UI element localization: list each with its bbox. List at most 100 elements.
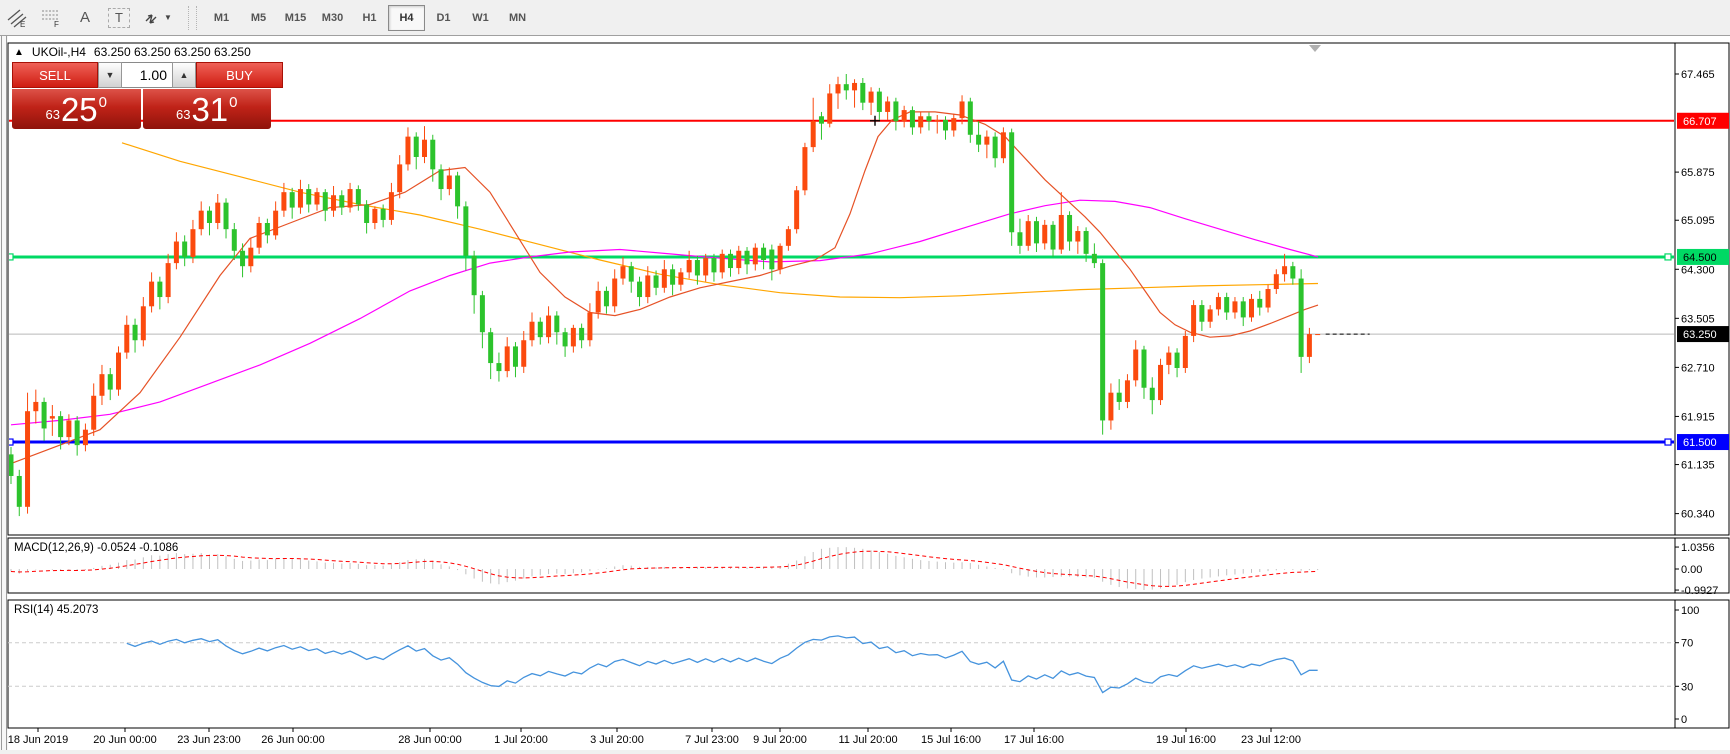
line-handle[interactable] [1665, 439, 1671, 445]
candle-body [736, 251, 741, 268]
candle-body [58, 416, 63, 437]
candle-body [554, 316, 559, 333]
candle-body [1199, 305, 1204, 322]
buy-price-display[interactable]: 63 31 0 [143, 89, 272, 129]
candle-body [984, 137, 989, 145]
candle-body [1158, 365, 1163, 400]
bid-price-label: 63.250 [1683, 329, 1717, 341]
candle-body [1001, 132, 1006, 158]
candle-body [430, 140, 435, 170]
candle-body [290, 192, 295, 207]
candle-body [149, 282, 154, 307]
candle-body [166, 263, 171, 297]
date-label: 26 Jun 00:00 [261, 734, 325, 746]
candle-body [1307, 334, 1312, 357]
candle-body [215, 203, 220, 223]
price-tick-label: 61.135 [1681, 460, 1715, 472]
candle-body [563, 332, 568, 346]
candle-body [910, 110, 915, 127]
candle-body [951, 118, 956, 130]
sell-price-main: 25 [61, 93, 98, 126]
candle-body [1150, 388, 1155, 400]
candle-body [1067, 215, 1072, 242]
candle-body [157, 282, 162, 297]
price-tick-label: 60.340 [1681, 509, 1715, 521]
rsi-axis-label: 70 [1681, 638, 1693, 650]
candle-body [1117, 393, 1122, 402]
candle-body [141, 306, 146, 340]
macd-axis-label: 0.00 [1681, 564, 1702, 576]
ohlc-readout: 63.250 63.250 63.250 63.250 [94, 45, 251, 59]
price-tick-label: 65.875 [1681, 167, 1715, 179]
mt4-window: E F A T ▼ M1M5M15M30H1H4D1W1MN 67.46565.… [0, 0, 1730, 754]
buy-price-main: 31 [191, 93, 228, 126]
candle-body [414, 137, 419, 157]
candle-body [422, 140, 427, 157]
candle-body [811, 121, 816, 147]
candle-body [50, 416, 55, 418]
candle-body [298, 189, 303, 208]
candle-body [323, 192, 328, 211]
date-label: 18 Jun 2019 [8, 734, 69, 746]
volume-input[interactable] [122, 62, 172, 88]
candle-body [976, 135, 981, 145]
candle-body [637, 282, 642, 297]
symbol-collapse-icon[interactable]: ▲ [14, 47, 24, 58]
line-handle[interactable] [1665, 254, 1671, 260]
candle-body [306, 189, 311, 204]
candle-body [1208, 309, 1213, 321]
volume-decrease-button[interactable]: ▼ [98, 62, 122, 88]
candle-body [447, 175, 452, 189]
candle-body [174, 242, 179, 264]
candle-body [678, 272, 683, 284]
candle-body [1224, 297, 1229, 312]
candle-body [1282, 266, 1287, 274]
volume-increase-button[interactable]: ▲ [172, 62, 196, 88]
date-label: 7 Jul 23:00 [685, 734, 739, 746]
candle-body [25, 411, 30, 507]
candle-body [1183, 336, 1188, 368]
candle-body [1232, 301, 1237, 312]
candle-body [463, 206, 468, 255]
macd-axis-label: 1.0356 [1681, 542, 1715, 554]
candle-body [596, 291, 601, 313]
candle-body [877, 92, 882, 112]
candle-body [860, 83, 865, 103]
candle-body [314, 192, 319, 204]
sell-price-display[interactable]: 63 25 0 [12, 89, 141, 129]
candle-body [1141, 349, 1146, 387]
date-label: 20 Jun 00:00 [93, 734, 157, 746]
candle-body [372, 209, 377, 223]
candle-body [587, 312, 592, 340]
price-tick-label: 67.465 [1681, 69, 1715, 81]
rsi-panel[interactable] [8, 600, 1729, 728]
buy-button[interactable]: BUY [196, 62, 283, 88]
sell-button[interactable]: SELL [12, 62, 98, 88]
date-label: 9 Jul 20:00 [753, 734, 807, 746]
candle-body [1266, 289, 1271, 308]
candle-body [133, 325, 138, 340]
rsi-axis-label: 30 [1681, 681, 1693, 693]
candle-body [711, 258, 716, 272]
candle-body [1191, 305, 1196, 336]
candle-body [670, 269, 675, 284]
candle-body [348, 189, 353, 208]
candle-body [819, 116, 824, 123]
green-line-price-label: 64.500 [1683, 252, 1717, 264]
candle-body [546, 316, 551, 338]
date-label: 3 Jul 20:00 [590, 734, 644, 746]
candle-body [943, 120, 948, 130]
candle-body [1315, 334, 1320, 335]
candle-body [505, 346, 510, 371]
candle-body [827, 93, 832, 123]
candle-body [761, 248, 766, 260]
candle-body [364, 204, 369, 223]
candle-body [1034, 221, 1039, 243]
buy-price-prefix: 63 [176, 107, 190, 122]
price-tick-label: 61.915 [1681, 411, 1715, 423]
price-tick-label: 63.505 [1681, 313, 1715, 325]
macd-panel[interactable] [8, 538, 1729, 593]
candle-body [240, 251, 245, 266]
candle-body [480, 295, 485, 332]
candle-body [745, 251, 750, 265]
